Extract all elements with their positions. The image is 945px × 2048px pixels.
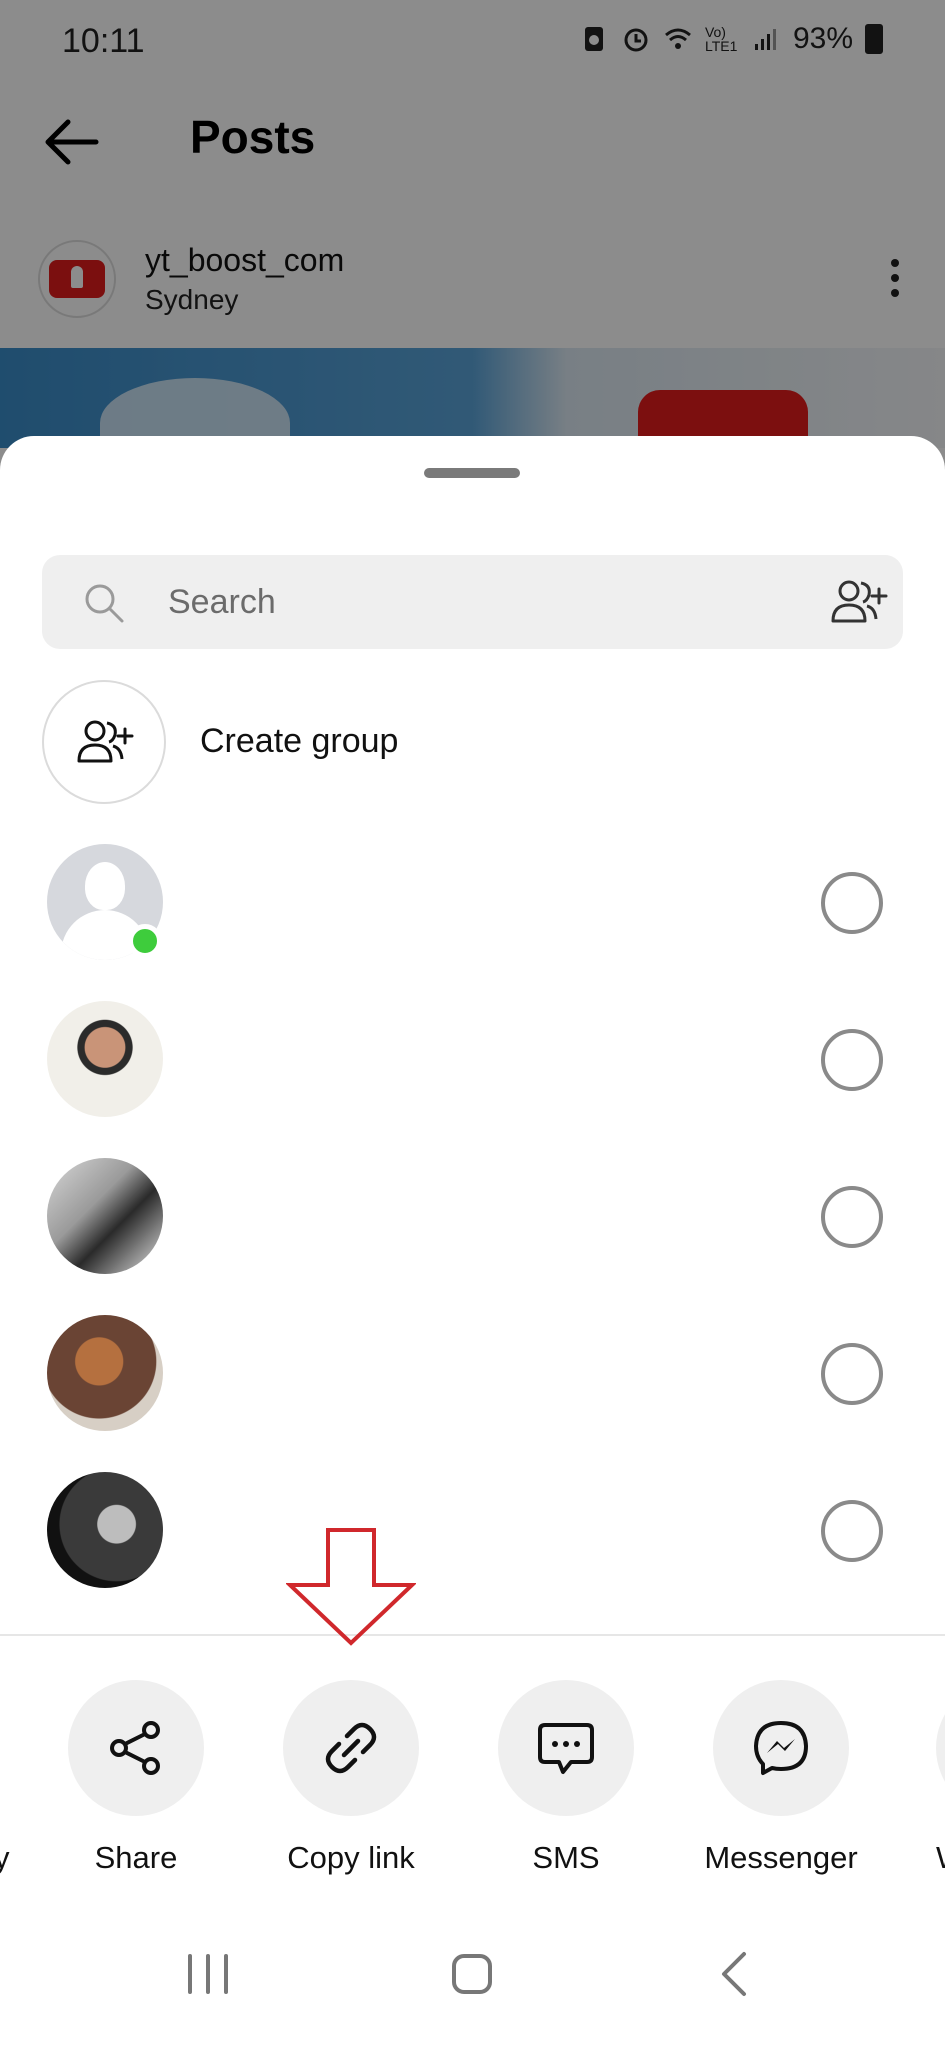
search-bar[interactable] [42,555,903,649]
contact-row[interactable] [0,1001,945,1131]
share-options-divider [0,1634,945,1636]
select-radio[interactable] [821,872,883,934]
messenger-label: Messenger [704,1840,858,1875]
recent-apps-icon[interactable] [168,1934,248,2014]
partial-share-button[interactable] [936,1680,945,1816]
share-option-copy-link[interactable]: Copy link [251,1680,451,1890]
online-status-dot [128,924,162,958]
down-arrow-annotation-icon [286,1528,416,1646]
contact-avatar [47,1001,163,1117]
partial-share-label-right: W [936,1840,945,1876]
share-option-messenger[interactable]: Messenger [681,1680,881,1890]
contact-row[interactable] [0,1158,945,1288]
messenger-button[interactable] [713,1680,849,1816]
create-group-icon-circle[interactable] [42,680,166,804]
add-group-icon [77,720,134,763]
share-option-sms[interactable]: SMS [466,1680,666,1890]
contact-row[interactable] [0,844,945,974]
select-radio[interactable] [821,1186,883,1248]
link-icon [325,1722,377,1774]
home-icon[interactable] [432,1934,512,2014]
contact-row[interactable] [0,1472,945,1602]
system-nav-bar [0,1900,945,2048]
share-button[interactable] [68,1680,204,1816]
share-option-share[interactable]: Share [36,1680,236,1890]
contact-avatar [47,1315,163,1431]
sms-label: SMS [532,1840,600,1875]
select-radio[interactable] [821,1343,883,1405]
copy-link-button[interactable] [283,1680,419,1816]
contact-avatar [47,1158,163,1274]
create-group-row[interactable]: Create group [42,680,903,808]
create-group-label[interactable]: Create group [200,722,398,761]
share-option-partial-right[interactable]: W [896,1680,945,1890]
select-radio[interactable] [821,1029,883,1091]
select-radio[interactable] [821,1500,883,1562]
add-people-icon[interactable] [827,575,889,629]
contact-avatar [47,1472,163,1588]
search-input[interactable] [168,577,768,627]
copy-link-label: Copy link [287,1840,415,1875]
share-label: Share [94,1840,178,1875]
share-bottom-sheet: Create group y [0,436,945,2048]
share-options-row: y Share Copy link SMS Messenger [0,1680,945,1890]
share-nodes-icon [110,1721,160,1775]
messenger-icon [754,1721,808,1775]
search-icon [85,584,124,623]
contact-row[interactable] [0,1315,945,1445]
sms-button[interactable] [498,1680,634,1816]
sheet-drag-handle[interactable] [424,468,520,478]
partial-share-label-left: y [0,1840,10,1875]
sms-icon [538,1723,594,1774]
back-nav-icon[interactable] [696,1934,776,2014]
